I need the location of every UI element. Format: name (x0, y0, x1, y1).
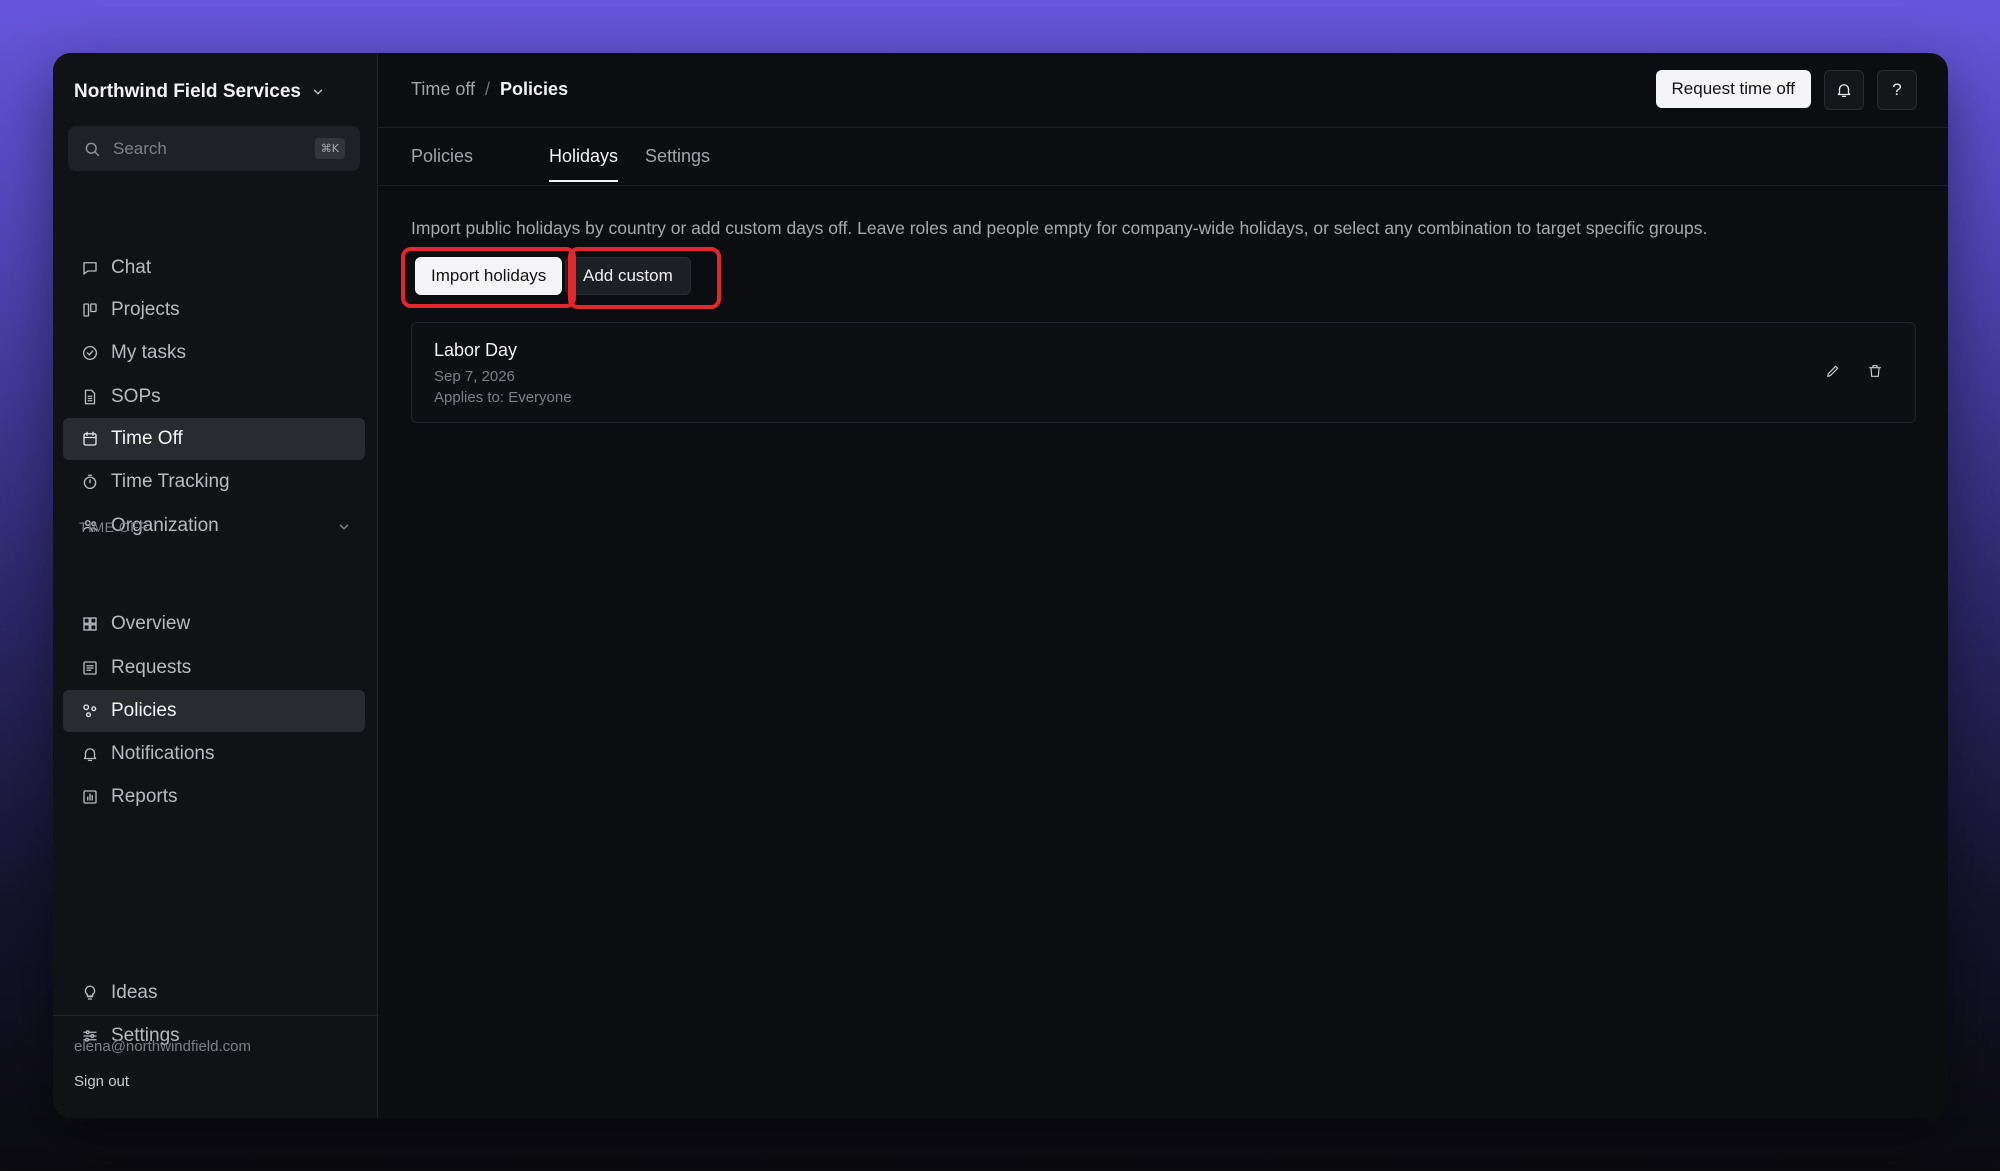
breadcrumb: Time off / Policies (411, 79, 568, 100)
app-window: Northwind Field Services Search ⌘K Chat … (53, 53, 1948, 1118)
main-content: Time off / Policies Request time off ? P… (378, 53, 1948, 1118)
sidebar-item-label: Time Tracking (111, 471, 230, 492)
breadcrumb-separator: / (485, 79, 491, 99)
search-icon (85, 142, 100, 156)
sidebar-item-sops[interactable]: SOPs (63, 376, 365, 418)
sidebar-item-label: Time Off (111, 428, 183, 449)
sidebar-item-projects[interactable]: Projects (63, 289, 365, 331)
sidebar-item-label: Policies (111, 700, 177, 721)
sidebar-item-notifications[interactable]: Notifications (63, 733, 365, 775)
edit-holiday-button[interactable] (1822, 360, 1844, 382)
trash-icon (1869, 365, 1881, 377)
tab-holidays[interactable]: Holidays (549, 146, 619, 182)
request-time-off-button[interactable]: Request time off (1655, 70, 1811, 108)
projects-icon (81, 301, 99, 319)
holidays-description: Import public holidays by country or add… (411, 218, 1708, 238)
sidebar-item-ideas[interactable]: Ideas (63, 972, 365, 1014)
bell-icon (1837, 84, 1851, 98)
bell-icon (81, 745, 99, 763)
check-circle-icon (81, 344, 99, 362)
sidebar-item-label: Notifications (111, 743, 215, 764)
org-name: Northwind Field Services (74, 81, 301, 102)
holiday-name: Labor Day (434, 340, 518, 360)
account-footer: elena@northwindfield.com Sign out (53, 1015, 377, 1118)
sidebar-item-label: Projects (111, 299, 180, 320)
stopwatch-icon (81, 473, 99, 491)
sidebar-item-overview[interactable]: Overview (63, 603, 365, 645)
tab-bar: Policies Holidays Settings (378, 127, 1948, 186)
chevron-down-icon (339, 524, 349, 530)
lightbulb-icon (81, 984, 99, 1002)
policies-icon (81, 702, 99, 720)
help-icon: ? (1892, 80, 1902, 99)
add-custom-button[interactable]: Add custom (565, 257, 691, 295)
holiday-date: Sep 7, 2026 (434, 368, 515, 385)
org-switcher[interactable]: Northwind Field Services (74, 81, 325, 103)
search-input[interactable]: Search (113, 139, 315, 159)
sidebar-item-time-tracking[interactable]: Time Tracking (63, 461, 365, 503)
holiday-applies-to: Applies to: Everyone (434, 389, 572, 406)
top-bar: Time off / Policies Request time off ? (378, 53, 1948, 128)
list-icon (81, 659, 99, 677)
sign-out-link[interactable]: Sign out (74, 1073, 129, 1090)
delete-holiday-button[interactable] (1864, 360, 1886, 382)
tab-settings[interactable]: Settings (645, 146, 710, 180)
sidebar-item-requests[interactable]: Requests (63, 647, 365, 689)
sidebar-item-label: My tasks (111, 342, 186, 363)
pencil-icon (1827, 365, 1839, 377)
sidebar-item-label: Overview (111, 613, 191, 634)
sidebar-item-label: SOPs (111, 386, 161, 407)
chevron-down-icon (313, 89, 323, 95)
calendar-icon (81, 430, 99, 448)
tab-policies[interactable]: Policies (411, 146, 473, 180)
sidebar-item-label: Reports (111, 786, 178, 807)
sidebar-item-label: Requests (111, 657, 192, 678)
breadcrumb-parent[interactable]: Time off (411, 79, 475, 100)
search-shortcut: ⌘K (314, 138, 345, 159)
import-holidays-button[interactable]: Import holidays (415, 257, 563, 295)
sidebar-item-reports[interactable]: Reports (63, 776, 365, 818)
section-label: TIME OFF (79, 519, 149, 535)
help-button[interactable]: ? (1877, 70, 1917, 110)
sidebar-item-my-tasks[interactable]: My tasks (63, 332, 365, 374)
sidebar-item-label: Chat (111, 257, 152, 278)
page-title: Policies (500, 79, 569, 99)
sidebar-item-policies[interactable]: Policies (63, 690, 365, 732)
holiday-list-item: Labor Day Sep 7, 2026 Applies to: Everyo… (411, 322, 1916, 423)
document-icon (81, 388, 99, 406)
bar-chart-icon (81, 788, 99, 806)
search-box[interactable]: Search ⌘K (68, 126, 360, 171)
chat-icon (81, 259, 99, 277)
sidebar: Northwind Field Services Search ⌘K Chat … (53, 53, 378, 1118)
sidebar-item-chat[interactable]: Chat (63, 247, 365, 289)
notifications-button[interactable] (1824, 70, 1864, 110)
sidebar-item-label: Ideas (111, 982, 158, 1003)
sidebar-item-time-off[interactable]: Time Off (63, 418, 365, 460)
grid-icon (81, 615, 99, 633)
time-off-section-header[interactable]: TIME OFF (79, 519, 351, 535)
account-email: elena@northwindfield.com (74, 1038, 251, 1055)
